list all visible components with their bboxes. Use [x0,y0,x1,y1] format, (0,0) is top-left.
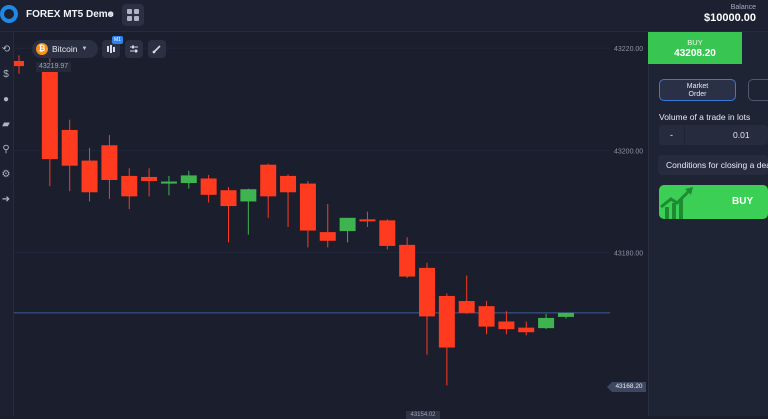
tab-market-order[interactable]: Market Order [659,79,736,101]
chevron-down-icon: ▼ [81,46,88,52]
candle-bear [359,219,376,222]
candle-bear [220,190,237,207]
chevron-down-icon[interactable]: ▼ [107,10,115,19]
top-bar: FOREX MT5 Demo ▼ Balance $10000.00 [0,0,768,32]
asset-label: Bitcoin [52,44,78,54]
buy-header-price: 43208.20 [674,48,716,59]
broker-logo-icon [0,5,18,23]
volume-stepper: - 0.01 [659,125,768,145]
arrow-right-icon[interactable]: ➜ [0,194,12,206]
high-price-tag: 43219.97 [36,62,72,72]
y-tick-label: 43180.00 [614,251,643,258]
price-axis [610,32,648,416]
candle-bear [200,178,217,195]
candle-bear [478,306,495,327]
history-icon[interactable]: ⟲ [0,44,12,56]
grid-icon [127,9,139,21]
candle-bear [438,295,455,348]
buy-button-label: BUY [732,196,754,207]
volume-input[interactable]: 0.01 [733,125,750,145]
tab-market-line2: Order [688,91,707,98]
asset-selector[interactable]: ₿ Bitcoin ▼ [32,40,98,58]
candle-bear [61,129,78,166]
timeframe-badge: M1 [112,36,123,44]
candle-bull [557,312,574,317]
candle-bear [379,220,396,246]
closing-conditions-toggle[interactable]: Conditions for closing a deal [658,155,768,175]
settings-icon[interactable]: ⚙ [0,169,12,181]
dollar-icon[interactable]: $ [0,69,12,81]
tab-market-line1: Market [686,83,709,90]
candlestick-chart[interactable]: 43220.00 43200.00 43180.00 [14,32,648,416]
candle-bear [280,175,297,193]
trend-up-icon [660,187,693,219]
indicators-button[interactable] [125,40,143,58]
balance-label: Balance [730,4,756,11]
candle-bear [498,321,515,330]
candle-bull [339,217,356,232]
balance-value: $10000.00 [704,12,756,24]
candle-bear [260,164,277,197]
tab-pending-order[interactable] [748,79,768,101]
price-chart[interactable]: 43220.00 43200.00 43180.00 [14,32,648,416]
y-tick-label: 43220.00 [614,46,643,53]
candle-bear [14,60,24,67]
candle-bear [319,232,336,241]
account-name[interactable]: FOREX MT5 Demo [26,9,114,20]
user-icon[interactable]: ● [0,94,12,106]
candle-bear [458,301,475,313]
volume-label: Volume of a trade in lots [659,112,751,122]
buy-price-header[interactable]: BUY 43208.20 [648,32,742,64]
candle-bear [41,66,58,160]
candle-bear [419,267,435,317]
low-price-tag: 43154.02 [406,411,440,419]
chat-icon[interactable]: ▰ [0,119,12,131]
candle-bull [240,189,257,202]
candle-bear [399,244,416,277]
current-price-tag: 43168.20 [607,382,646,392]
candle-bear [141,176,158,182]
decrease-volume-button[interactable]: - [659,125,685,145]
candle-bear [121,175,138,197]
candle-bear [518,327,535,333]
layout-grid-button[interactable] [122,4,144,26]
left-sidebar: ⟲ $ ● ▰ ⚲ ⚙ ➜ [0,32,14,416]
y-tick-label: 43200.00 [614,148,643,155]
buy-button[interactable]: BUY [659,185,768,219]
buy-header-label: BUY [687,38,703,47]
candles-icon [107,45,115,53]
candle-bull [538,317,555,329]
candle-bear [101,145,118,181]
search-icon[interactable]: ⚲ [0,144,12,156]
candle-bull [180,175,197,184]
sliders-icon [130,45,138,53]
bitcoin-icon: ₿ [36,43,48,55]
drawing-tools-button[interactable] [148,40,166,58]
candle-bear [81,160,98,193]
candle-bear [299,183,316,231]
brush-icon [152,45,161,54]
candle-bull [160,181,177,184]
